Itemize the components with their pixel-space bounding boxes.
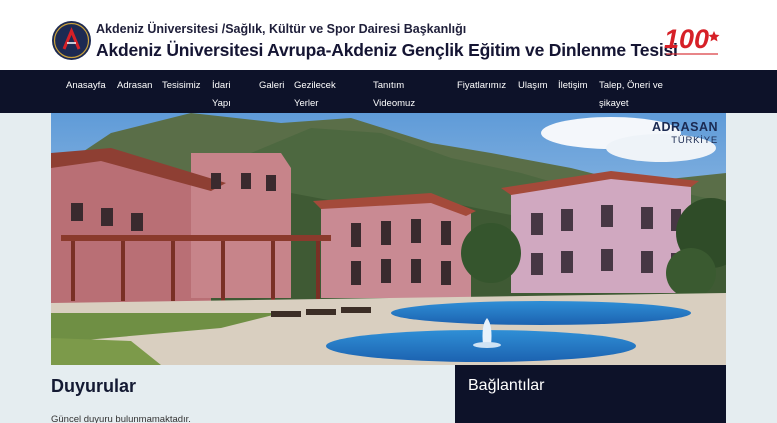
nav-item-tanitim-videomuz[interactable]: Tanıtım Videomuz [373,77,415,113]
badge-100-text: 100 [664,24,709,54]
nav-item-adrasan[interactable]: Adrasan [117,77,152,95]
nav-item-idari-yapi[interactable]: İdari Yapı [212,77,231,113]
announcements-empty-text: Güncel duyuru bulunmamaktadır. [51,414,191,423]
university-logo-icon[interactable] [52,21,91,60]
nav-item-gezilecek-yerler[interactable]: Gezilecek Yerler [294,77,336,113]
nav-item-galeri[interactable]: Galeri [259,77,284,95]
nav-item-tesisimiz[interactable]: Tesisimiz [162,77,201,95]
hero-image: ADRASAN TÜRKİYE [51,113,726,365]
centenary-100-badge-icon: 100 [662,22,726,60]
links-heading: Bağlantılar [468,377,545,394]
links-panel: Bağlantılar [455,365,726,423]
nav-item-talep-oneri-sikayet[interactable]: Talep, Öneri ve şikayet [599,77,663,113]
main-nav: Anasayfa Adrasan Tesisimiz İdari Yapı Gal… [0,70,777,113]
nav-item-ulasim[interactable]: Ulaşım [518,77,548,95]
site-header: Akdeniz Üniversitesi /Sağlık, Kültür ve … [0,0,777,70]
nav-item-iletisim[interactable]: İletişim [558,77,588,95]
header-subtitle: Akdeniz Üniversitesi /Sağlık, Kültür ve … [96,22,467,36]
nav-item-fiyatlarimiz[interactable]: Fiyatlarımız [457,77,506,95]
hero-brand-watermark: ADRASAN TÜRKİYE [652,120,718,147]
nav-item-anasayfa[interactable]: Anasayfa [66,77,106,95]
page-title[interactable]: Akdeniz Üniversitesi Avrupa-Akdeniz Genç… [96,40,678,61]
announcements-heading: Duyurular [51,376,137,396]
